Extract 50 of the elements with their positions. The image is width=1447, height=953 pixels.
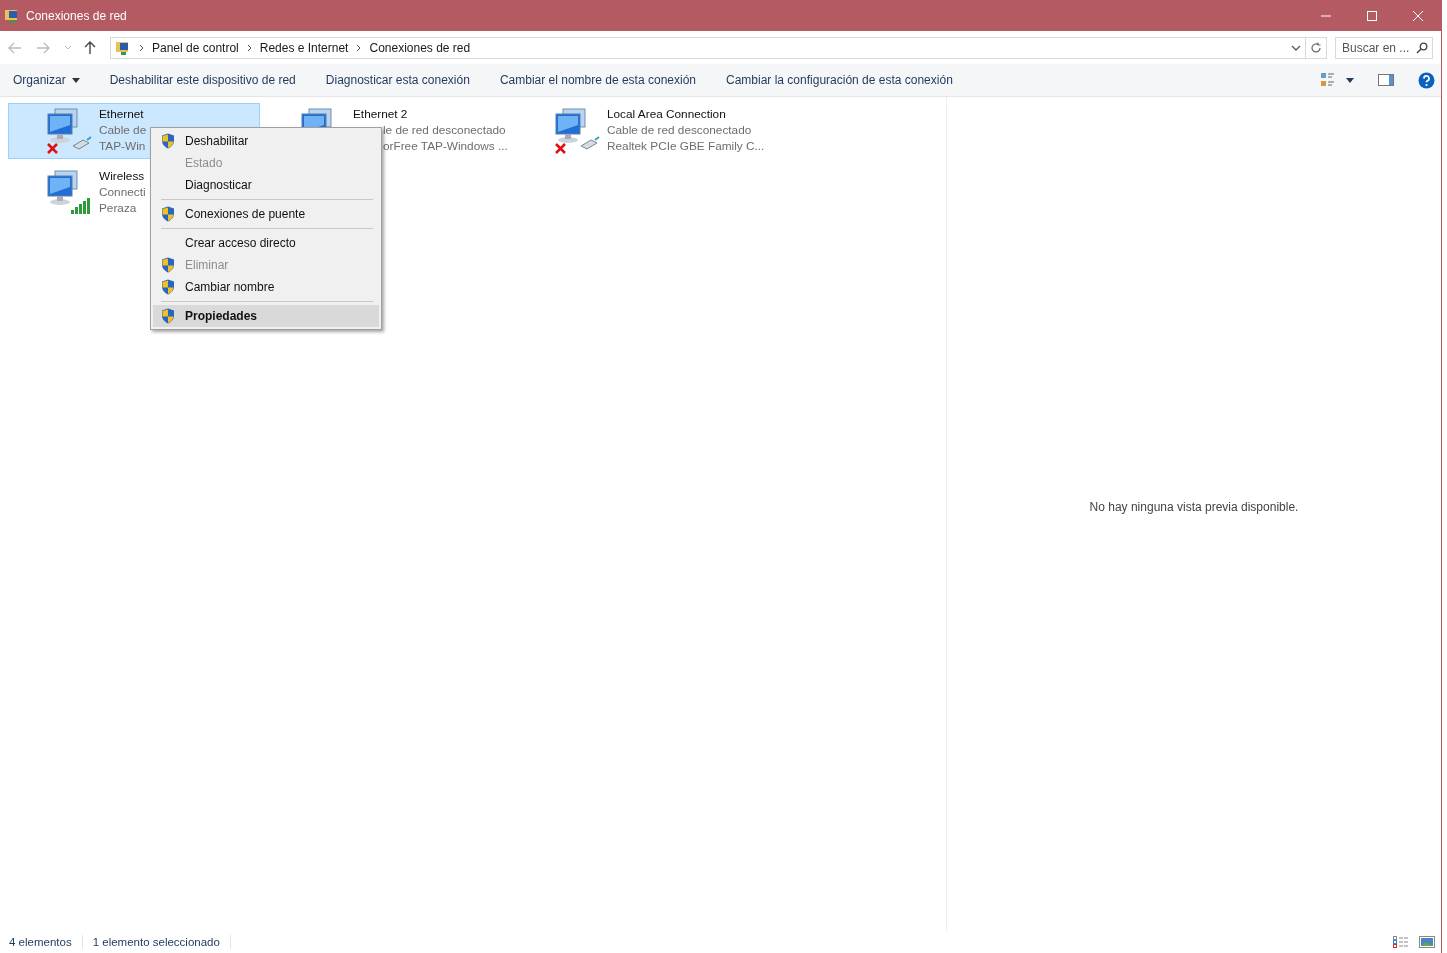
- breadcrumb[interactable]: Redes e Internet: [259, 40, 349, 55]
- toolbar-command[interactable]: Cambiar el nombre de esta conexión: [490, 69, 705, 91]
- connection-status: le de red desconectado: [382, 122, 507, 138]
- up-arrow-icon[interactable]: [84, 40, 96, 55]
- search-field[interactable]: Buscar en ...: [1335, 36, 1433, 59]
- connection-item[interactable]: Local Area Connection Cable de red desconectado Realtek PCIe GBE Family C...: [516, 103, 770, 159]
- connection-name: Wireless: [99, 168, 146, 184]
- chevron-right-icon: [139, 43, 144, 52]
- refresh-icon[interactable]: [1310, 41, 1322, 54]
- connection-name: Local Area Connection: [607, 106, 727, 122]
- address-field[interactable]: Panel de control Redes e Internet Conexiones de red: [110, 36, 1327, 59]
- connection-status: Cable de: [99, 122, 147, 138]
- connection-name: Ethernet: [99, 106, 145, 122]
- connection-device: TAP-Win: [99, 138, 147, 154]
- toolbar-command[interactable]: Cambiar la configuración de esta conexión: [717, 69, 962, 91]
- item-count: 4 elementos: [9, 936, 72, 948]
- menu-item[interactable]: Crear acceso directo: [153, 232, 379, 254]
- help-icon[interactable]: [1418, 71, 1435, 89]
- menu-item[interactable]: Conexiones de puente: [153, 203, 379, 225]
- toolbar-command[interactable]: Diagnosticar esta conexión: [316, 69, 479, 91]
- view-options-icon[interactable]: [1320, 72, 1336, 88]
- caret-icon: [71, 77, 80, 83]
- chevron-right-icon: [356, 43, 362, 52]
- breadcrumb[interactable]: Conexiones de red: [369, 40, 471, 55]
- menu-item[interactable]: Diagnosticar: [153, 174, 379, 196]
- selection-count: 1 elemento seleccionado: [92, 936, 220, 948]
- connection-status: Connecti: [99, 184, 146, 200]
- chevron-right-icon: [246, 43, 252, 52]
- menu-item[interactable]: Cambiar nombre: [153, 276, 379, 298]
- network-folder-icon: [4, 7, 20, 24]
- connection-name: Ethernet 2: [353, 106, 409, 122]
- connection-device: Realtek PCIe GBE Family C...: [607, 138, 765, 154]
- menu-item[interactable]: Propiedades: [153, 305, 379, 327]
- close-icon: [1412, 9, 1424, 22]
- large-icons-view-icon[interactable]: [1419, 936, 1435, 948]
- connection-status: Cable de red desconectado: [607, 122, 753, 138]
- dropdown-arrow-icon[interactable]: [1346, 77, 1354, 83]
- chevron-down-icon[interactable]: [1291, 43, 1301, 52]
- connection-device: orFree TAP-Windows ...: [382, 138, 508, 154]
- connection-device: Peraza: [99, 200, 138, 216]
- search-icon: [1416, 41, 1428, 54]
- network-folder-icon: [115, 39, 131, 56]
- window-title: Conexiones de red: [26, 8, 127, 23]
- breadcrumb[interactable]: Panel de control: [152, 40, 239, 55]
- organize-menu[interactable]: Organizar: [4, 69, 89, 91]
- preview-message: No hay ninguna vista previa disponible.: [1089, 500, 1299, 514]
- toolbar-command[interactable]: Deshabilitar este dispositivo de red: [100, 69, 305, 91]
- preview-pane-icon[interactable]: [1378, 74, 1394, 86]
- maximize-icon: [1366, 9, 1378, 22]
- details-view-icon[interactable]: [1393, 936, 1409, 948]
